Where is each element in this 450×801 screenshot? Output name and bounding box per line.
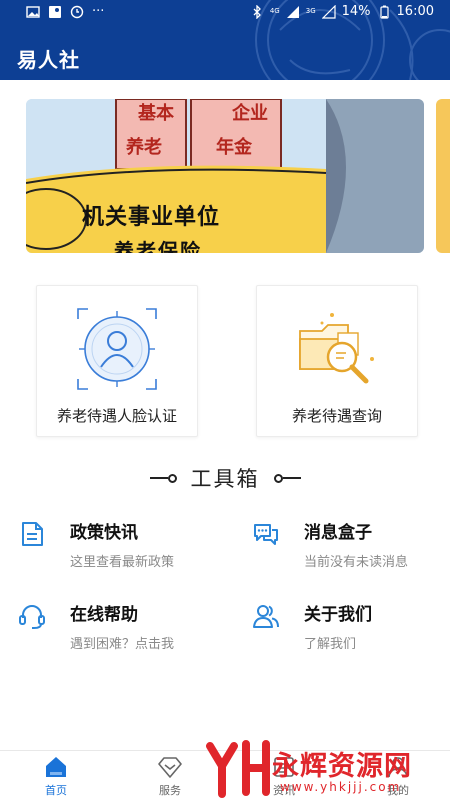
tool-about-desc: 了解我们	[304, 637, 357, 652]
tool-message-title: 消息盒子	[304, 523, 372, 543]
nav-home-label: 首页	[45, 784, 67, 797]
watermark-logo	[206, 740, 270, 798]
toolbox-header: 工具箱	[0, 462, 450, 494]
pension-query-card[interactable]: 养老待遇查询	[256, 285, 418, 437]
signal-icon-2	[321, 4, 336, 19]
pension-query-label: 养老待遇查询	[291, 407, 382, 425]
watermark: 永辉资源网 www.yhkjjj.com	[204, 738, 450, 800]
tool-help-title: 在线帮助	[70, 605, 138, 625]
tool-about-title: 关于我们	[304, 605, 372, 625]
bluetooth-icon	[253, 4, 261, 19]
tool-policy-desc: 这里查看最新政策	[70, 555, 175, 570]
nav-service[interactable]: 服务	[130, 751, 210, 801]
network-3g: 3G	[305, 7, 316, 15]
network-4g: 4G	[269, 7, 280, 15]
battery-percent: 14%	[341, 4, 371, 19]
watermark-text: 永辉资源网	[272, 751, 412, 782]
banner-tag-basic: 基本	[138, 103, 174, 124]
diamond-icon	[158, 757, 182, 778]
face-auth-label: 养老待遇人脸认证	[56, 407, 177, 425]
tool-message-desc: 当前没有未读消息	[304, 555, 409, 570]
watermark-url: www.yhkjjj.com	[280, 780, 402, 794]
gallery-icon	[26, 5, 40, 18]
right-dash-decoration	[273, 473, 301, 483]
chat-bubbles-icon	[254, 524, 278, 545]
signal-icon	[286, 5, 299, 18]
banner-tag-annuity: 年金	[216, 137, 252, 158]
toolbox-title: 工具箱	[190, 467, 260, 491]
users-icon	[253, 605, 279, 628]
tool-message-box[interactable]: 消息盒子 当前没有未读消息	[252, 518, 450, 578]
face-scan-icon	[77, 308, 157, 390]
more-indicator: ···	[92, 4, 105, 19]
clock: 16:00	[396, 4, 434, 19]
app-header: ··· 4G 3G 14% 16:00 易人社	[0, 0, 450, 80]
folder-search-icon	[299, 313, 374, 384]
tool-policy-title: 政策快讯	[70, 523, 138, 543]
left-dash-decoration	[149, 473, 177, 483]
home-icon	[46, 757, 66, 777]
timer-icon	[70, 5, 84, 18]
banner-next-slide[interactable]	[436, 99, 450, 253]
banner-carousel[interactable]: 基本 养老 企业 年金 机关事业单位 养老保险	[26, 99, 424, 253]
app-title: 易人社	[17, 48, 80, 72]
status-bar: ··· 4G 3G 14% 16:00	[0, 0, 450, 26]
headset-icon	[19, 605, 45, 629]
face-auth-card[interactable]: 养老待遇人脸认证	[36, 285, 198, 437]
nav-home[interactable]: 首页	[16, 751, 96, 801]
banner-tag-pension: 养老	[126, 137, 162, 158]
banner-headline: 机关事业单位	[82, 205, 221, 230]
tool-help-desc: 遇到困难？点击我	[70, 637, 175, 652]
tool-policy-news[interactable]: 政策快讯 这里查看最新政策	[18, 518, 218, 578]
nav-service-label: 服务	[159, 784, 181, 797]
tool-online-help[interactable]: 在线帮助 遇到困难？点击我	[18, 600, 218, 660]
document-icon	[22, 522, 43, 546]
image-icon	[49, 5, 61, 18]
battery-icon	[379, 5, 389, 19]
banner-subheadline: 养老保险	[114, 239, 202, 253]
tool-about-us[interactable]: 关于我们 了解我们	[252, 600, 450, 660]
banner-tag-enterprise: 企业	[232, 103, 268, 124]
